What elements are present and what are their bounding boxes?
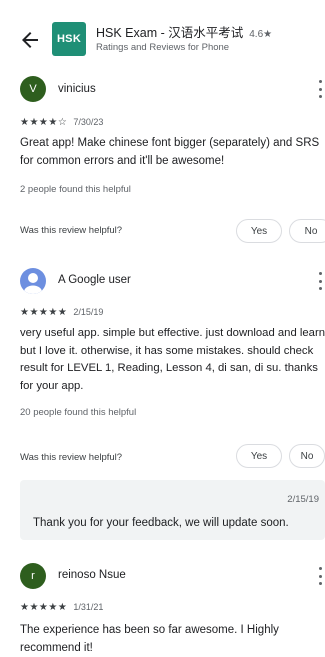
app-title: HSK Exam - 汉语水平考试 4.6★ xyxy=(96,22,272,41)
avatar xyxy=(20,268,46,294)
avatar: V xyxy=(20,76,46,102)
user-icon xyxy=(24,273,42,294)
was-helpful-label: Was this review helpful? xyxy=(20,225,123,236)
helpful-count: 2 people found this helpful xyxy=(20,184,131,195)
more-options-icon[interactable] xyxy=(315,80,325,98)
rating-stars: ★★★★☆ xyxy=(20,117,68,128)
helpful-no-button[interactable]: No xyxy=(289,219,325,243)
helpful-yes-button[interactable]: Yes xyxy=(236,219,282,243)
review-rating: ★★★★★ 2/15/19 xyxy=(20,307,103,318)
review-text: Great app! Make chinese font bigger (sep… xyxy=(20,137,320,167)
review-date: 2/15/19 xyxy=(73,307,104,317)
rating-stars: ★★★★★ xyxy=(20,307,68,318)
app-icon[interactable]: HSK xyxy=(52,22,86,56)
reply-text: Thank you for your feedback, we will upd… xyxy=(33,517,289,529)
review-text: The experience has been so far awesome. … xyxy=(20,624,279,654)
helpful-no-button[interactable]: No xyxy=(289,444,325,468)
app-header: HSK HSK Exam - 汉语水平考试 4.6★ Ratings and Re… xyxy=(0,0,325,66)
app-rating: 4.6★ xyxy=(249,29,273,40)
review-text: very useful app. simple but effective. j… xyxy=(20,327,325,392)
rating-stars: ★★★★★ xyxy=(20,602,68,613)
reviewer-name: reinoso Nsue xyxy=(58,569,126,581)
review-rating: ★★★★★ 1/31/21 xyxy=(20,602,103,613)
app-name: HSK Exam - 汉语水平考试 xyxy=(96,26,244,40)
helpful-count: 20 people found this helpful xyxy=(20,407,137,418)
back-arrow-icon[interactable] xyxy=(18,28,42,52)
was-helpful-label: Was this review helpful? xyxy=(20,452,123,463)
app-subtitle: Ratings and Reviews for Phone xyxy=(96,42,230,53)
review-date: 1/31/21 xyxy=(73,602,104,612)
helpful-yes-button[interactable]: Yes xyxy=(236,444,282,468)
reviewer-name: vinicius xyxy=(58,83,96,95)
developer-reply: 2/15/19 Thank you for your feedback, we … xyxy=(20,480,325,540)
more-options-icon[interactable] xyxy=(315,567,325,585)
avatar: r xyxy=(20,563,46,589)
review-date: 7/30/23 xyxy=(73,117,104,127)
review-rating: ★★★★☆ 7/30/23 xyxy=(20,117,103,128)
reviewer-name: A Google user xyxy=(58,274,131,286)
reply-date: 2/15/19 xyxy=(287,494,319,505)
more-options-icon[interactable] xyxy=(315,272,325,290)
